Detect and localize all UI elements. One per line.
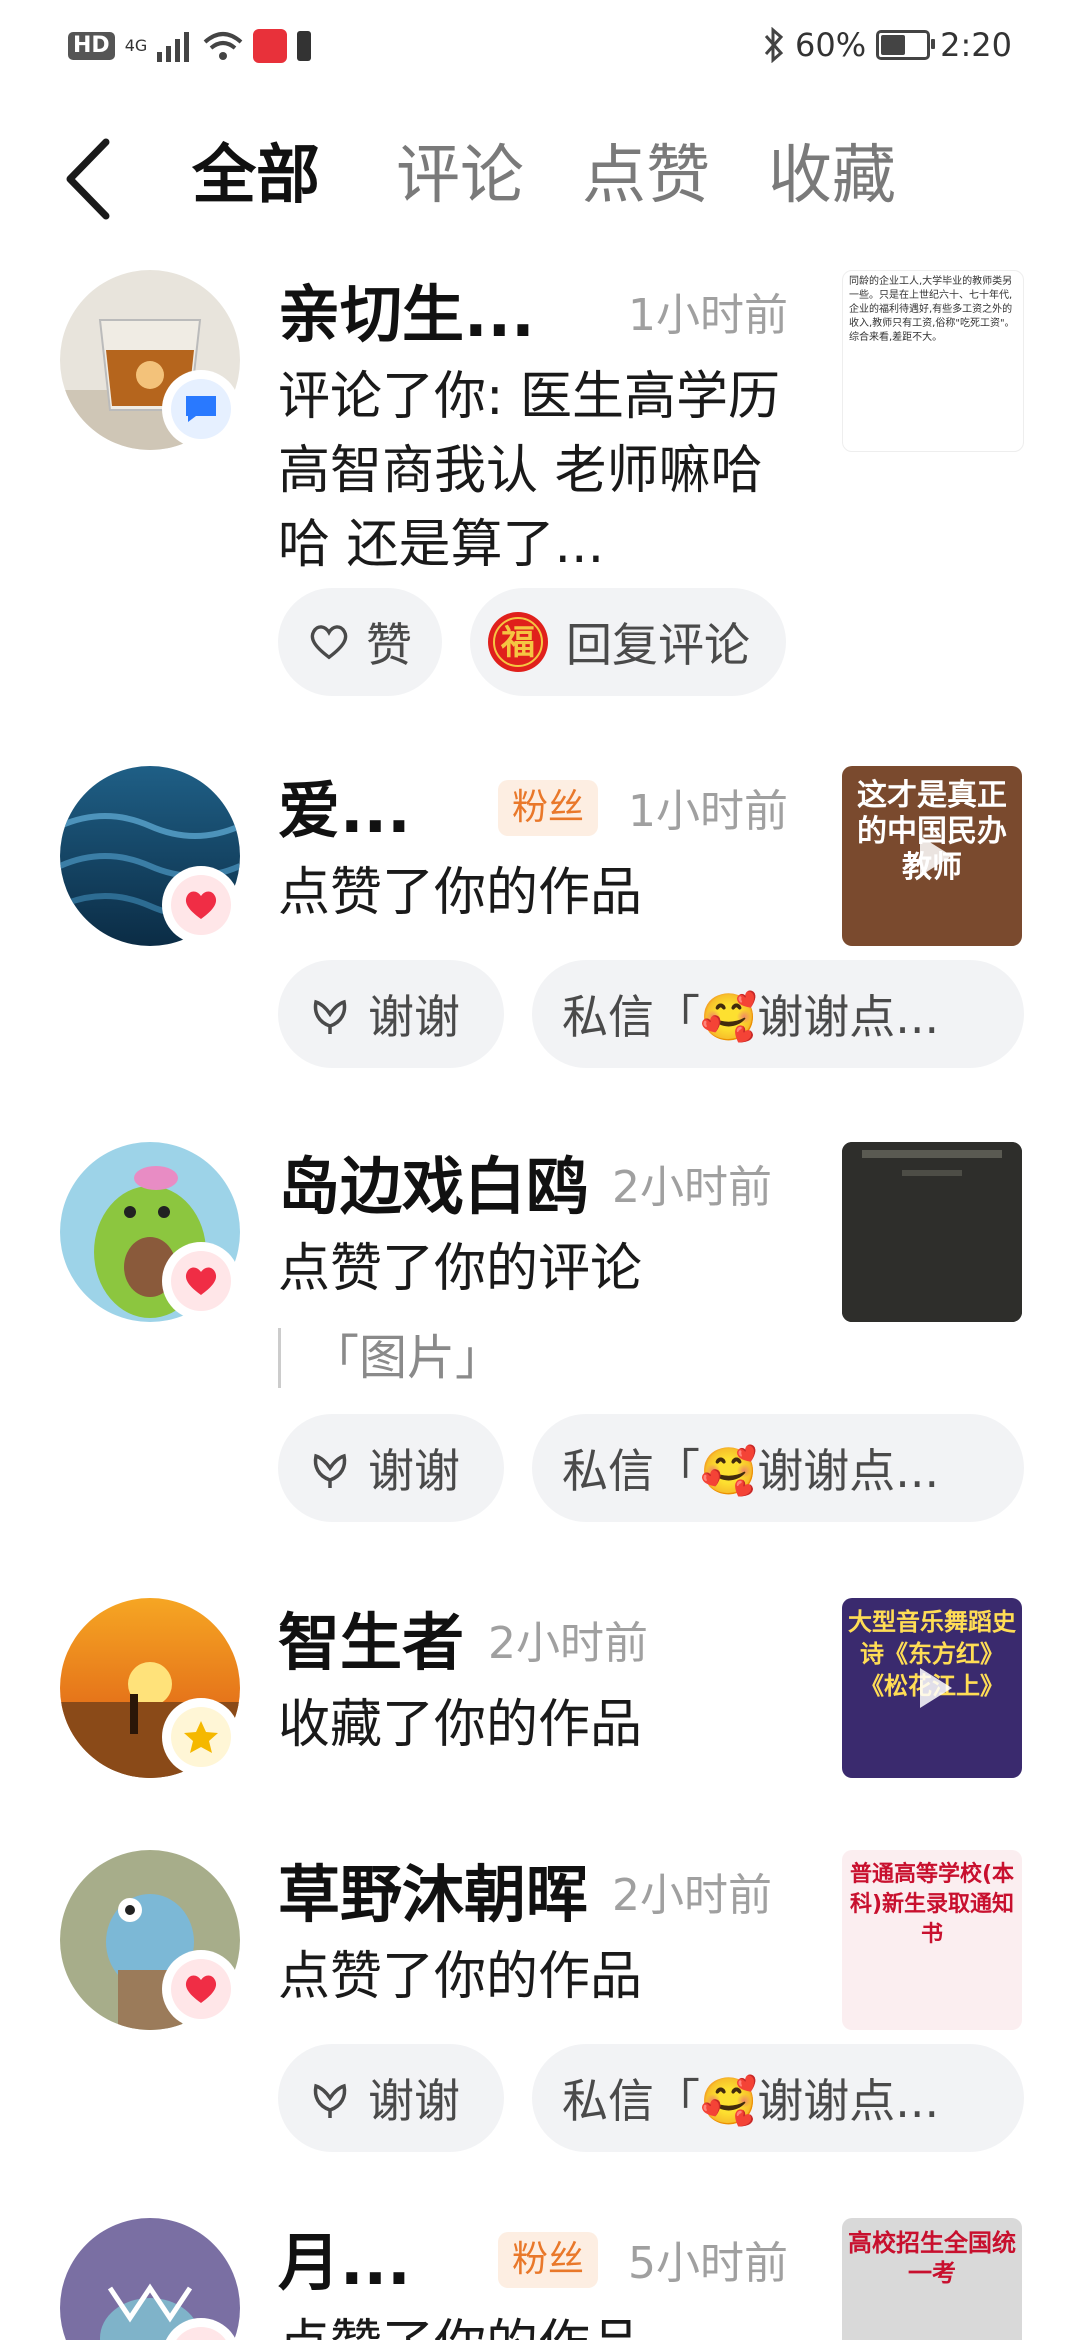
list-item[interactable]: 亲切生... 1小时前 评论了你: 医生高学历高智商我认 老师嘛哈哈 还是算了.… <box>0 270 1080 710</box>
tab-all[interactable]: 全部 <box>192 136 320 216</box>
quoted-content: 「图片」 <box>278 1328 503 1388</box>
flower-icon <box>313 1453 347 1488</box>
post-thumbnail[interactable]: 同龄的企业工人,大学毕业的教师类另一些。只是在上世纪六十、七十年代,企业的福利待… <box>842 270 1024 452</box>
timestamp: 2小时前 <box>612 1162 772 1213</box>
thumbnail-text: 高校招生全国统一考 <box>848 2229 1016 2287</box>
wifi-icon <box>203 32 243 60</box>
heart-icon <box>185 1975 217 2003</box>
tab-likes[interactable]: 点赞 <box>582 136 710 216</box>
header: 全部 评论 点赞 收藏 <box>0 120 1080 240</box>
back-arrow-icon <box>66 138 110 220</box>
user-name[interactable]: 亲切生... <box>278 280 535 350</box>
user-name[interactable]: 月... <box>278 2228 411 2298</box>
like-label: 赞 <box>366 618 412 672</box>
list-item[interactable]: 爱... 粉丝 1小时前 点赞了你的作品 这才是真正的中国民办教师 谢谢 私信「… <box>0 766 1080 1086</box>
signal-icon <box>157 32 190 62</box>
book-cover-image <box>842 1142 1022 1322</box>
thumbnail-text: 普通高等学校(本科)新生录取通知书 <box>849 1862 1015 1947</box>
user-name[interactable]: 智生者 <box>278 1608 464 1678</box>
action-text: 点赞了你的作品 <box>278 2308 642 2340</box>
reply-comment-button[interactable]: 福 回复评论 <box>470 588 786 696</box>
timestamp: 5小时前 <box>628 2238 788 2289</box>
thumbnail-text: 同龄的企业工人,大学毕业的教师类另一些。只是在上世纪六十、七十年代,企业的福利待… <box>849 276 1015 343</box>
thanks-label: 谢谢 <box>368 990 460 1044</box>
clock: 2:20 <box>940 26 1012 64</box>
favorite-badge <box>162 1698 240 1776</box>
post-thumbnail[interactable]: 高校招生全国统一考 <box>842 2218 1022 2340</box>
like-badge <box>162 1950 240 2028</box>
battery-icon <box>876 30 936 60</box>
user-name[interactable]: 爱... <box>278 776 411 846</box>
battery-percent: 60% <box>795 26 867 64</box>
list-item[interactable]: 月... 粉丝 5小时前 点赞了你的作品 高校招生全国统一考 <box>0 2218 1080 2340</box>
timestamp: 2小时前 <box>488 1618 648 1669</box>
play-icon <box>920 836 952 876</box>
timestamp: 1小时前 <box>628 290 788 341</box>
fortune-sticker-icon: 福 <box>488 612 548 672</box>
list-item[interactable]: 草野沐朝晖 2小时前 点赞了你的作品 普通高等学校(本科)新生录取通知书 谢谢 … <box>0 1850 1080 2170</box>
like-badge <box>162 866 240 944</box>
dm-label: 私信「🥰谢谢点... <box>562 990 940 1044</box>
back-button[interactable] <box>60 134 120 224</box>
user-name[interactable]: 岛边戏白鸥 <box>278 1152 588 1222</box>
action-text: 点赞了你的作品 <box>278 863 643 923</box>
post-thumbnail[interactable]: 普通高等学校(本科)新生录取通知书 <box>842 1850 1022 2030</box>
bluetooth-icon <box>764 27 784 63</box>
video-thumbnail[interactable]: 大型音乐舞蹈史诗《东方红》《松花江上》 <box>842 1598 1022 1778</box>
status-left: HD 4G <box>68 24 312 68</box>
svg-text:福: 福 <box>500 623 535 663</box>
action-text: 评论了你: 医生高学历高智商我认 老师嘛哈哈 还是算了... <box>278 367 781 575</box>
like-button[interactable]: 赞 <box>278 588 442 696</box>
play-icon <box>920 1668 952 1708</box>
dm-label: 私信「🥰谢谢点... <box>562 2074 940 2128</box>
flower-icon <box>313 999 347 1034</box>
app-notification-icon <box>253 29 288 63</box>
tab-comments[interactable]: 评论 <box>396 136 524 216</box>
direct-message-button[interactable]: 私信「🥰谢谢点... <box>532 2044 1024 2152</box>
thanks-label: 谢谢 <box>368 1444 460 1498</box>
star-icon <box>184 1721 218 1753</box>
fans-badge: 粉丝 <box>498 780 599 836</box>
thanks-button[interactable]: 谢谢 <box>278 960 504 1068</box>
direct-message-button[interactable]: 私信「🥰谢谢点... <box>532 1414 1024 1522</box>
heart-icon <box>185 1267 217 1295</box>
fans-badge: 粉丝 <box>498 2232 599 2288</box>
timestamp: 2小时前 <box>612 1870 772 1921</box>
tab-favorites[interactable]: 收藏 <box>768 136 896 216</box>
flower-icon <box>313 2083 347 2118</box>
action-text: 点赞了你的作品 <box>278 1947 643 2007</box>
heart-outline-icon <box>310 625 348 660</box>
video-thumbnail[interactable]: 这才是真正的中国民办教师 <box>842 766 1022 946</box>
timestamp: 1小时前 <box>628 786 788 837</box>
thanks-button[interactable]: 谢谢 <box>278 1414 504 1522</box>
action-text: 点赞了你的评论 <box>278 1239 643 1299</box>
user-name[interactable]: 草野沐朝晖 <box>278 1860 588 1930</box>
thanks-button[interactable]: 谢谢 <box>278 2044 504 2152</box>
comment-badge <box>162 370 240 448</box>
direct-message-button[interactable]: 私信「🥰谢谢点... <box>532 960 1024 1068</box>
action-text: 收藏了你的作品 <box>278 1695 643 1755</box>
post-thumbnail[interactable] <box>842 1142 1022 1322</box>
like-badge <box>162 1242 240 1320</box>
status-right: 60% 2:20 <box>763 22 1012 68</box>
comment-icon <box>186 396 216 422</box>
thanks-label: 谢谢 <box>368 2074 460 2128</box>
dm-label: 私信「🥰谢谢点... <box>562 1444 940 1498</box>
status-bar: HD 4G 60% 2:20 <box>0 0 1080 92</box>
alert-icon <box>297 31 312 61</box>
heart-icon <box>185 891 217 919</box>
list-item[interactable]: 岛边戏白鸥 2小时前 点赞了你的评论 「图片」 谢谢 私信「🥰谢谢点... <box>0 1142 1080 1562</box>
list-item[interactable]: 智生者 2小时前 收藏了你的作品 大型音乐舞蹈史诗《东方红》《松花江上》 <box>0 1598 1080 1798</box>
network-type: 4G <box>124 36 148 55</box>
hd-indicator: HD <box>68 32 115 60</box>
reply-label: 回复评论 <box>566 618 750 672</box>
